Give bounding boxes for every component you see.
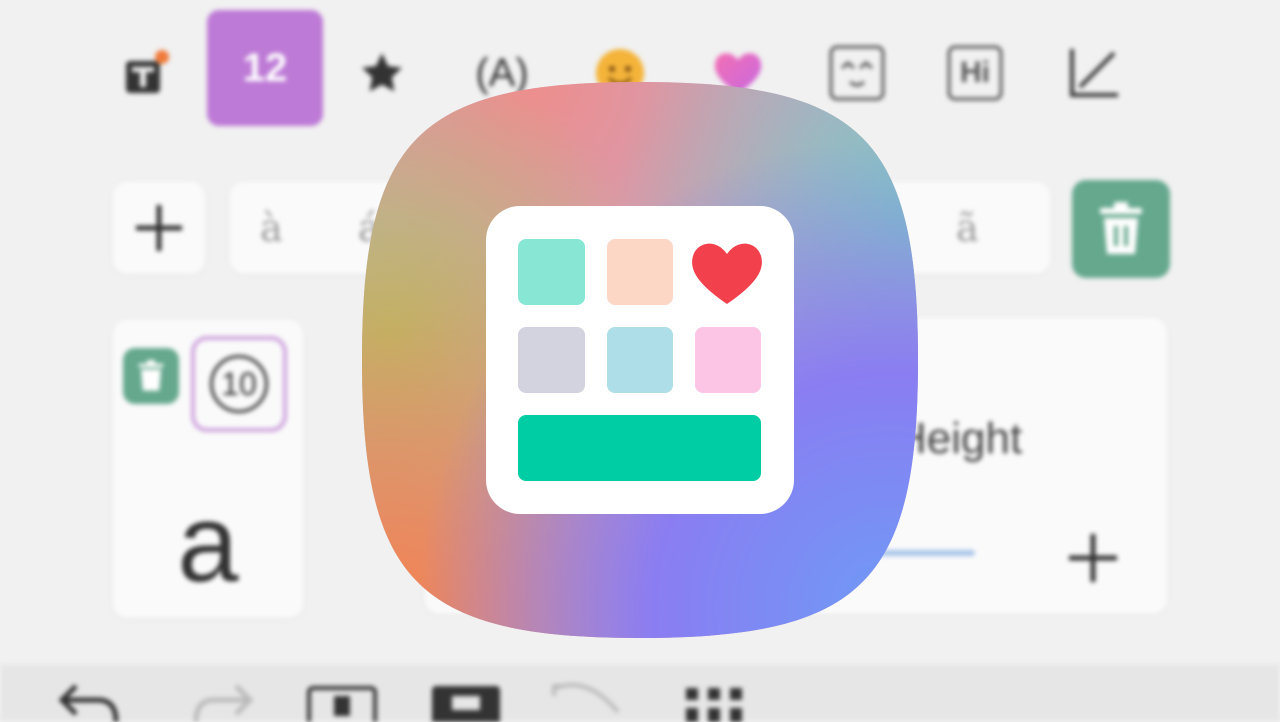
accent-key[interactable]: à (260, 182, 283, 274)
increase-height-icon[interactable] (1065, 530, 1121, 586)
angle-tool-icon[interactable] (1064, 18, 1124, 128)
heart-icon (692, 243, 762, 304)
trash-icon (1100, 202, 1142, 254)
add-icon (136, 205, 182, 251)
circled-number: 10 (210, 355, 268, 413)
rotate-icon[interactable] (552, 682, 624, 722)
delete-button[interactable] (1072, 180, 1170, 278)
green-tile (518, 239, 585, 305)
accent-key[interactable]: ã (956, 182, 979, 274)
grid-icon[interactable] (682, 682, 746, 722)
delete-key-button[interactable] (123, 348, 179, 404)
keyboard-icon[interactable] (430, 682, 502, 722)
pink-tile (695, 327, 761, 393)
number-tab-label: 12 (242, 45, 288, 90)
circled-number-key[interactable]: 10 (191, 336, 287, 432)
preview-letter: a (177, 482, 239, 605)
text-format-icon[interactable] (118, 18, 174, 128)
peach-tile (607, 239, 673, 305)
gray-tile (518, 327, 585, 393)
trash-icon (138, 360, 164, 391)
screenshot-icon[interactable] (306, 682, 378, 722)
redo-icon[interactable] (192, 682, 254, 722)
hi-text-icon[interactable]: Hi (944, 18, 1006, 128)
bottom-toolbar (0, 664, 1280, 722)
add-button[interactable] (113, 182, 205, 274)
space-bar-tile (518, 415, 761, 481)
key-preview-card: 10 a (113, 320, 303, 618)
keyboard-grid-card (486, 206, 794, 514)
hi-label: Hi (960, 56, 990, 89)
number-tab[interactable]: 12 (207, 10, 323, 126)
blue-tile (607, 327, 673, 393)
undo-icon[interactable] (58, 682, 120, 722)
